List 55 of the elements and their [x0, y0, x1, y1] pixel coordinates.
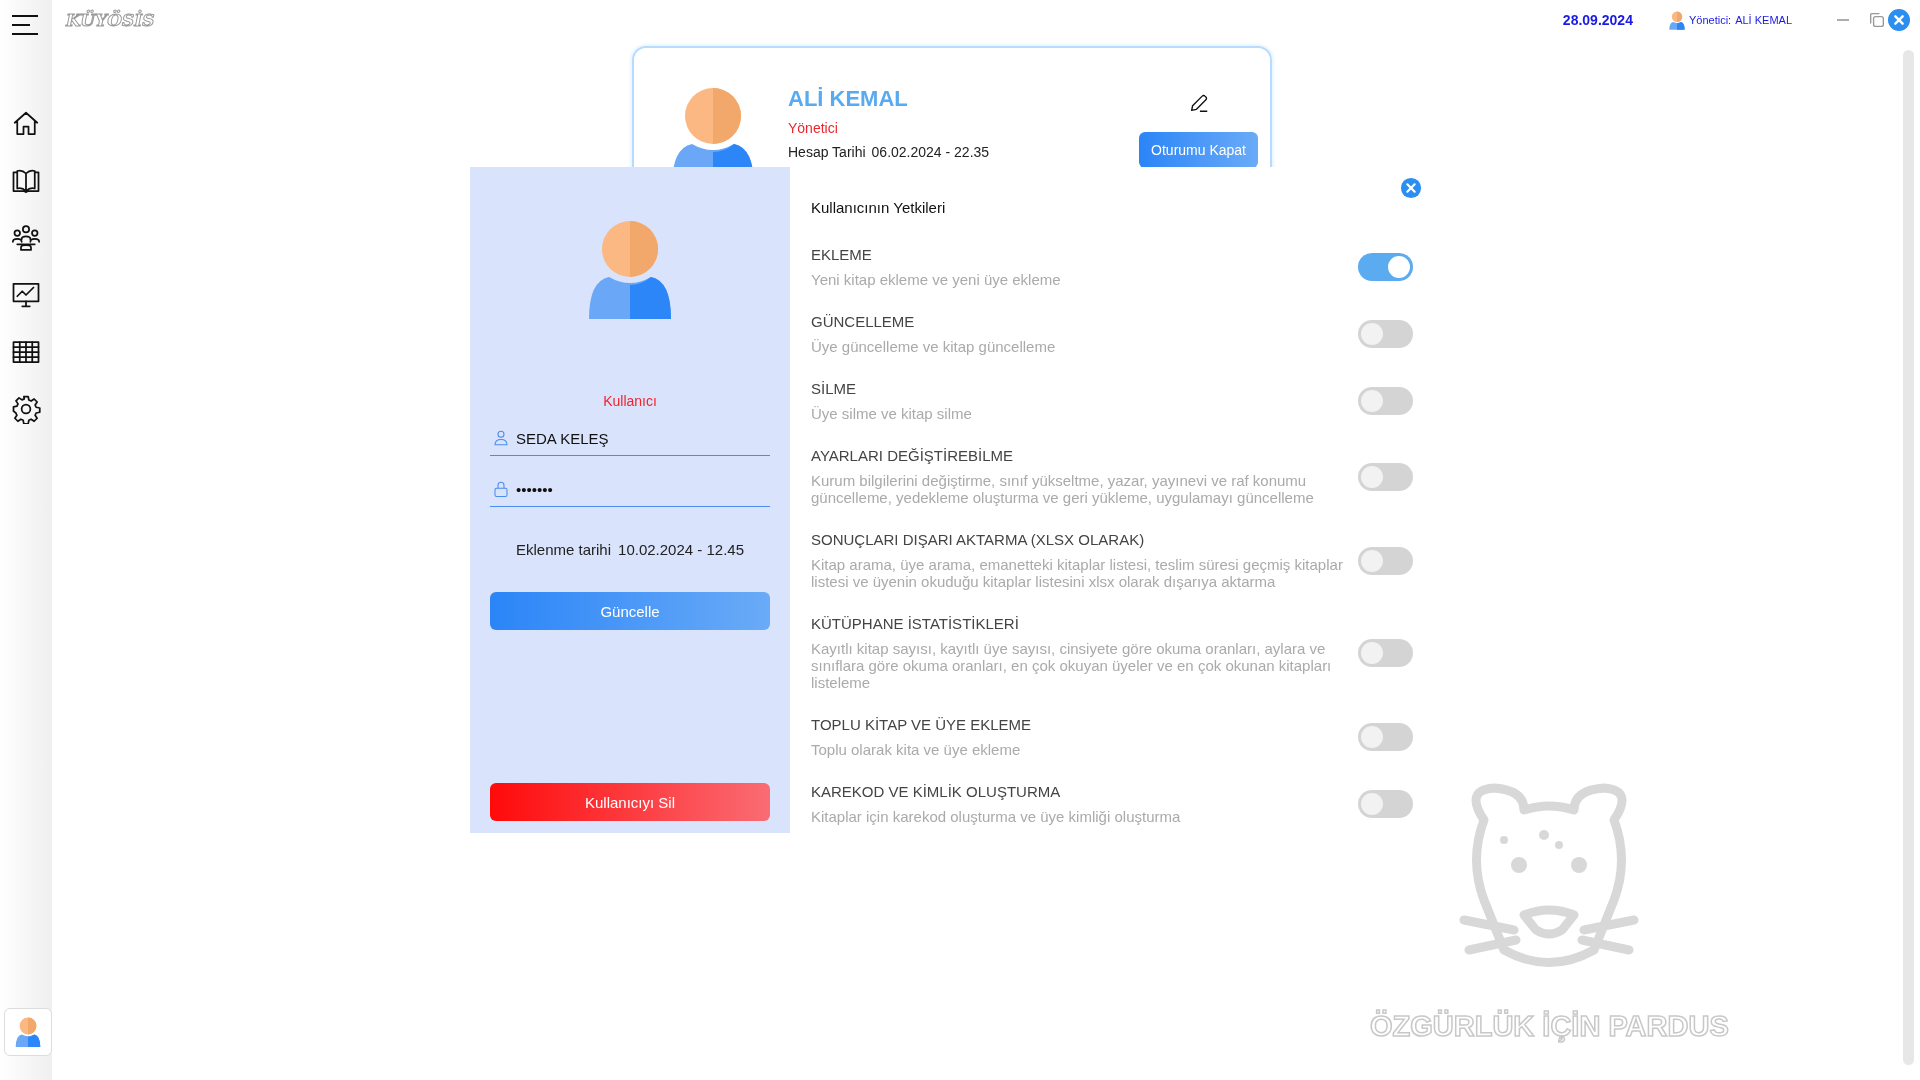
permission-description: Üye güncelleme ve kitap güncelleme [811, 338, 1057, 355]
user-role: Kullanıcı [603, 393, 657, 409]
lock-icon [492, 480, 510, 498]
username-field[interactable]: SEDA KELEŞ [490, 421, 770, 456]
account-date: 06.02.2024 - 22.35 [871, 144, 990, 160]
profile-button[interactable] [4, 1008, 52, 1056]
profile-role: Yönetici [788, 120, 839, 136]
permission-description: Yeni kitap ekleme ve yeni üye ekleme [811, 271, 1062, 288]
date-text: 28.09.2024 [1562, 12, 1633, 28]
restore-icon [1870, 13, 1884, 27]
delete-user-button[interactable]: Kullanıcıyı Sil [490, 783, 770, 821]
permissions-heading: Kullanıcının Yetkileri [811, 199, 947, 216]
menu-icon[interactable] [11, 14, 41, 36]
permission-description: Kitap arama, üye arama, emanetteki kitaplar listesi, teslim süresi geçmiş kitaplar listesi ve üyenin okuduğu kitaplar listesini xlsx olarak dışarıya aktarma [811, 556, 1344, 590]
permission-toggle[interactable] [1358, 790, 1413, 818]
user-name: ALİ KEMAL [1735, 14, 1792, 26]
permission-toggle[interactable] [1358, 462, 1413, 491]
permission-description: Kitaplar için karekod oluşturma ve üye kimliği oluşturma [811, 808, 1182, 825]
permission-title: KAREKOD VE KİMLİK OLUŞTURMA [811, 783, 1062, 800]
permission-toggle[interactable] [1358, 387, 1413, 415]
added-date: 10.02.2024 - 12.45 [618, 541, 744, 558]
permission-description: Kayıtlı kitap sayısı, kayıtlı üye sayısı, cinsiyete göre okuma oranları, aylara ve sınıflara göre okuma oranları, en çok okuyan üyeler ve en çok okunan kitapları listeleme [811, 640, 1333, 691]
profile-name: ALİ KEMAL [788, 86, 909, 112]
app-logo: KÜYÖSİS [66, 10, 155, 30]
permission-description: Toplu olarak kita ve üye ekleme [811, 741, 1022, 758]
update-button[interactable]: Güncelle [490, 592, 770, 630]
permission-toggle[interactable] [1358, 639, 1413, 667]
permission-toggle[interactable] [1358, 723, 1413, 751]
permission-title: KÜTÜPHANE İSTATİSTİKLERİ [811, 615, 1020, 632]
permission-title: GÜNCELLEME [811, 313, 916, 330]
permission-title: AYARLARI DEĞİŞTİREBİLME [811, 447, 1014, 464]
close-icon [1400, 177, 1422, 199]
minimize-icon [1837, 19, 1849, 21]
permission-toggle[interactable] [1358, 320, 1413, 348]
close-icon[interactable] [1888, 9, 1910, 31]
permission-title: SİLME [811, 380, 857, 397]
avatar-icon [1668, 10, 1685, 30]
permission-description: Kurum bilgilerini değiştirme, sınıf yükseltme, yazar, yayınevi ve raf konumu güncelleme, yedekleme oluşturma ve geri yükleme, uygulamayı güncelleme [811, 472, 1315, 506]
added-date-label: Eklenme tarihi [516, 541, 612, 558]
permission-description: Üye silme ve kitap silme [811, 405, 973, 422]
permission-toggle[interactable] [1358, 253, 1413, 281]
permission-title: SONUÇLARI DIŞARI AKTARMA (XLSX OLARAK) [811, 531, 1146, 548]
logout-button[interactable]: Oturumu Kapat [1139, 132, 1258, 168]
account-date-label: Hesap Tarihi [788, 144, 866, 160]
avatar-icon [15, 1017, 41, 1047]
chart-monitor-icon[interactable] [11, 280, 41, 310]
user-role-label: Yönetici: [1688, 14, 1732, 26]
users-icon[interactable] [11, 223, 41, 253]
permission-title: EKLEME [811, 246, 873, 263]
permission-toggle[interactable] [1358, 546, 1413, 575]
permission-title: TOPLU KİTAP VE ÜYE EKLEME [811, 716, 1033, 733]
user-icon [492, 429, 510, 447]
settings-icon[interactable] [11, 394, 41, 424]
close-button[interactable] [1400, 177, 1422, 199]
password-field[interactable]: ••••••• [490, 472, 770, 507]
